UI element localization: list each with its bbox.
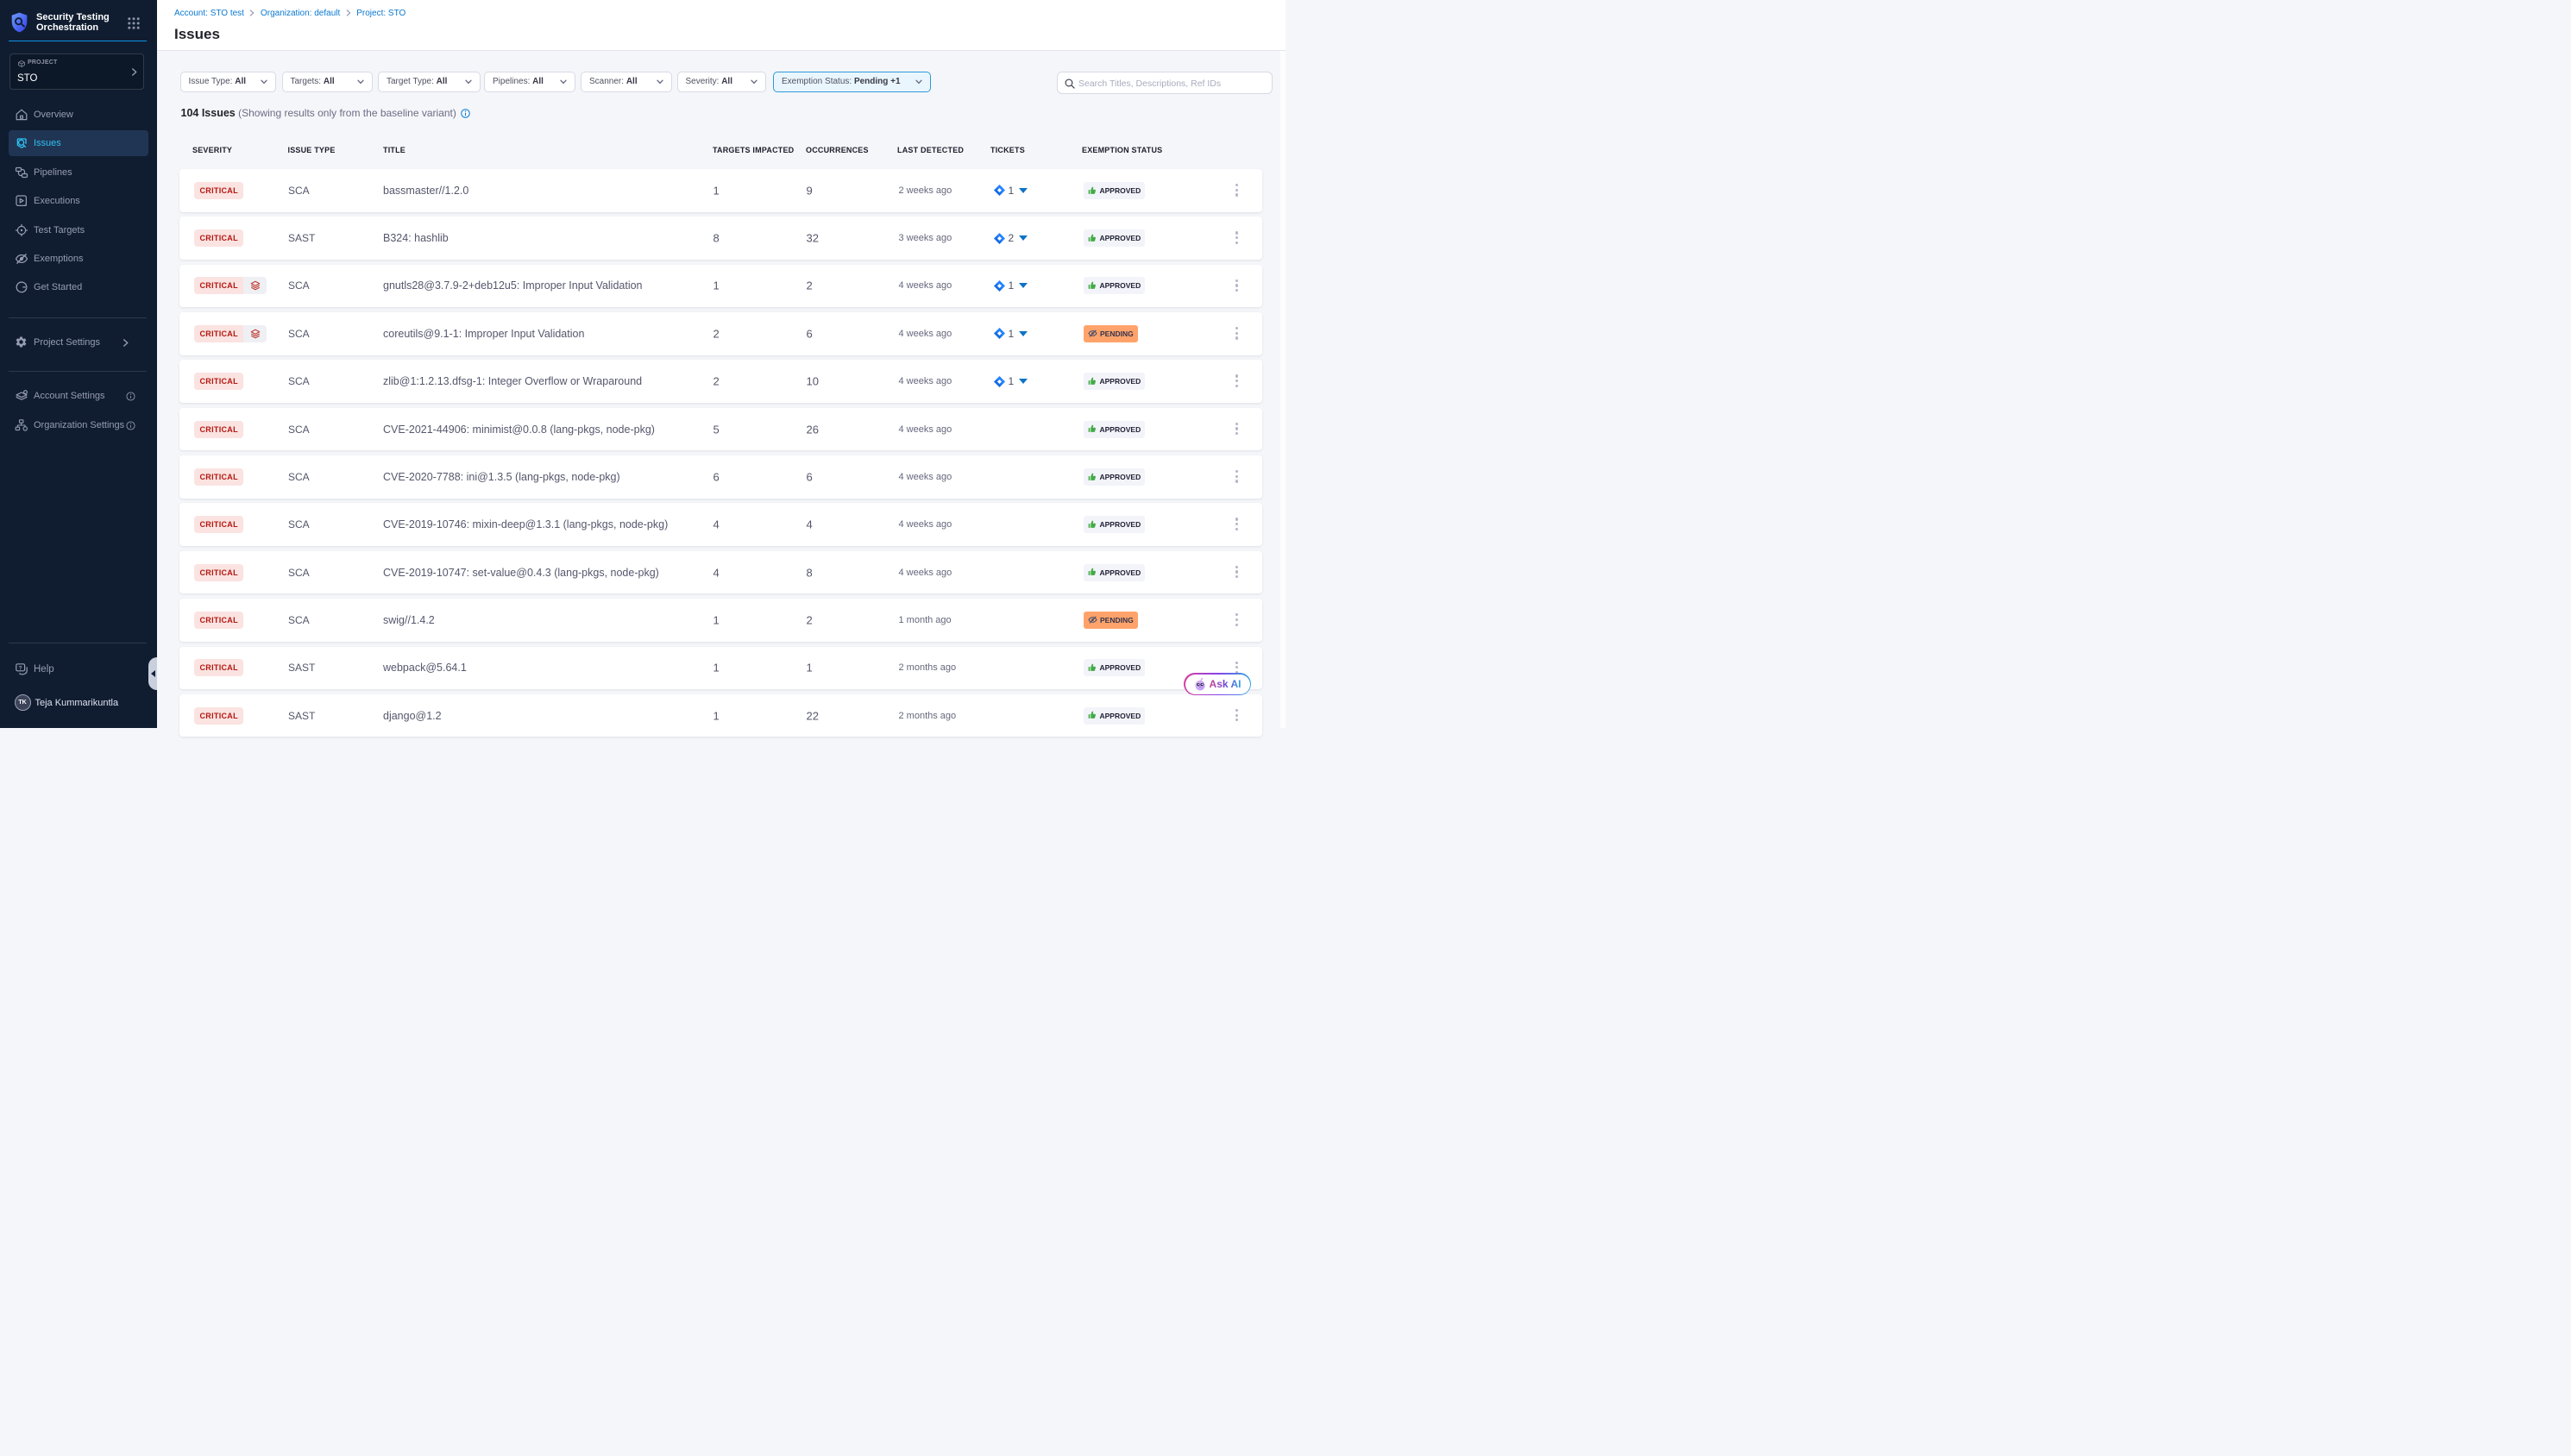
svg-text:?: ? bbox=[19, 665, 22, 671]
